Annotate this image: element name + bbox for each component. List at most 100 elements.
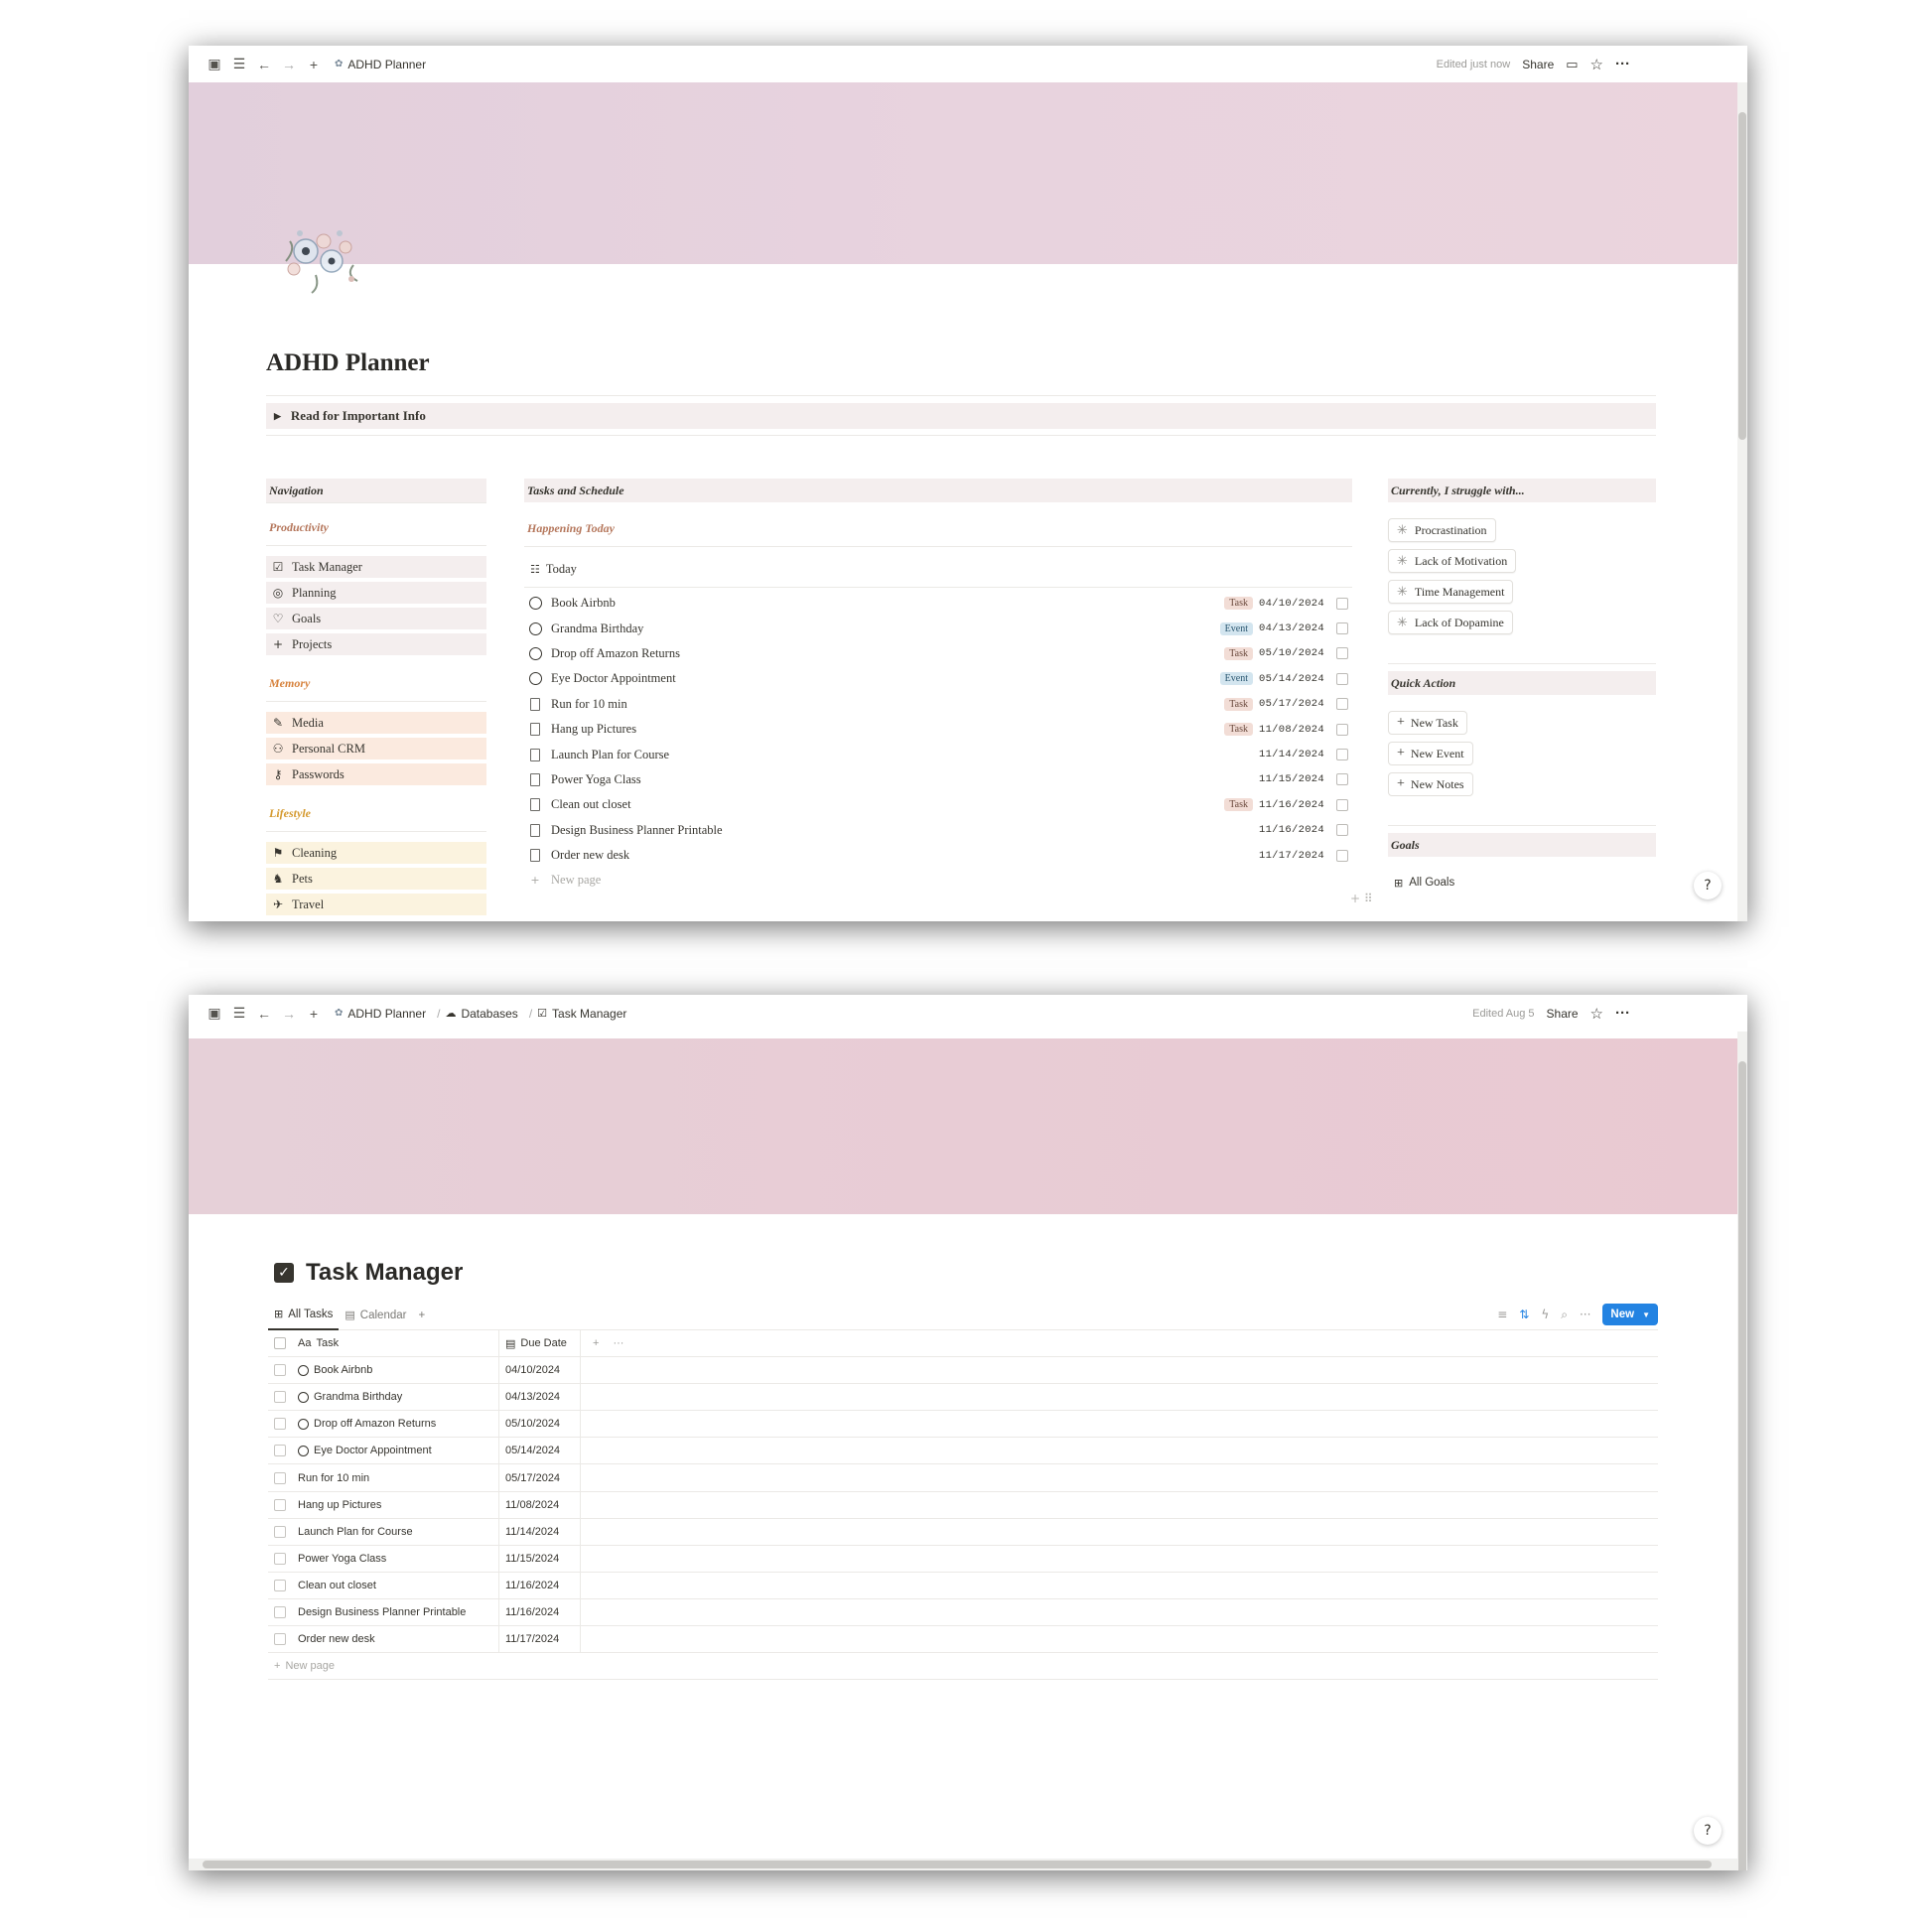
due-date-cell[interactable]: 05/10/2024 <box>499 1411 581 1438</box>
due-date-cell[interactable]: 04/10/2024 <box>499 1357 581 1384</box>
done-checkbox[interactable] <box>1336 622 1348 635</box>
task-cell[interactable]: Design Business Planner Printable <box>298 1598 499 1626</box>
chevron-down-icon[interactable]: ▼ <box>1642 1311 1650 1319</box>
nav-item-planning[interactable]: ◎ Planning <box>266 582 486 604</box>
row-checkbox[interactable] <box>274 1605 286 1618</box>
task-row[interactable]: Launch Plan for Course 11/14/2024 <box>524 742 1352 766</box>
task-row[interactable]: Clean out closet Task 11/16/2024 <box>524 792 1352 817</box>
task-column-header[interactable]: Aa Task <box>298 1330 499 1357</box>
due-date-cell[interactable]: 05/17/2024 <box>499 1464 581 1491</box>
table-row[interactable]: Book Airbnb 04/10/2024 <box>268 1357 1658 1385</box>
done-checkbox[interactable] <box>1336 773 1348 786</box>
done-checkbox[interactable] <box>1336 798 1348 811</box>
task-name[interactable]: Clean out closet <box>551 797 631 812</box>
table-row[interactable]: Order new desk 11/17/2024 <box>268 1626 1658 1654</box>
due-date-cell[interactable]: 05/14/2024 <box>499 1438 581 1464</box>
more-options-icon[interactable]: ··· <box>1580 1308 1590 1321</box>
nav-item-media[interactable]: ✎ Media <box>266 712 486 734</box>
new-page-row[interactable]: + New page <box>268 1653 1658 1681</box>
flower-bouquet-icon[interactable] <box>276 219 367 299</box>
due-date-cell[interactable]: 11/17/2024 <box>499 1626 581 1653</box>
back-arrow-icon[interactable]: ← <box>252 53 276 76</box>
table-row[interactable]: Design Business Planner Printable 11/16/2… <box>268 1598 1658 1627</box>
done-checkbox[interactable] <box>1336 849 1348 862</box>
menu-icon[interactable]: ☰ <box>227 53 251 76</box>
nav-item-task-manager[interactable]: ☑ Task Manager <box>266 556 486 578</box>
quick-action-button[interactable]: + New Notes <box>1388 772 1473 796</box>
done-checkbox[interactable] <box>1336 672 1348 685</box>
page-title[interactable]: ADHD Planner <box>266 349 430 377</box>
important-info-toggle[interactable]: ▶ Read for Important Info <box>266 403 1656 429</box>
due-date-cell[interactable]: 11/08/2024 <box>499 1491 581 1518</box>
breadcrumb-item[interactable]: ADHD Planner <box>347 1007 426 1021</box>
lightning-icon[interactable]: ϟ <box>1541 1308 1549 1321</box>
star-icon[interactable]: ☆ <box>1590 1005 1603 1023</box>
today-view-tab[interactable]: ☷ Today <box>524 557 1352 581</box>
breadcrumb-item[interactable]: Task Manager <box>552 1007 626 1021</box>
new-button[interactable]: New ▼ <box>1602 1304 1658 1325</box>
row-checkbox[interactable] <box>274 1579 286 1591</box>
more-options-icon[interactable]: ··· <box>613 1337 623 1349</box>
table-row[interactable]: Run for 10 min 05/17/2024 <box>268 1464 1658 1492</box>
more-options-icon[interactable]: ··· <box>1615 1005 1630 1022</box>
row-checkbox[interactable] <box>274 1498 286 1511</box>
breadcrumb-item[interactable]: ADHD Planner <box>347 58 426 71</box>
add-property-icon[interactable]: + <box>593 1337 599 1349</box>
row-checkbox[interactable] <box>274 1418 286 1431</box>
quick-action-button[interactable]: + New Task <box>1388 711 1467 735</box>
task-name[interactable]: Drop off Amazon Returns <box>551 646 680 661</box>
new-page-plus-icon[interactable]: + <box>302 1002 326 1026</box>
task-row[interactable]: Hang up Pictures Task 11/08/2024 <box>524 717 1352 742</box>
done-checkbox[interactable] <box>1336 597 1348 610</box>
share-button[interactable]: Share <box>1547 1007 1579 1021</box>
breadcrumb-item[interactable]: Databases <box>461 1007 517 1021</box>
task-cell[interactable]: Hang up Pictures <box>298 1491 499 1518</box>
task-name[interactable]: Hang up Pictures <box>551 722 636 737</box>
done-checkbox[interactable] <box>1336 698 1348 711</box>
nav-item-passwords[interactable]: ⚷ Passwords <box>266 763 486 785</box>
row-checkbox[interactable] <box>274 1633 286 1646</box>
new-page-row[interactable]: + New page <box>524 868 1352 893</box>
task-row[interactable]: Order new desk 11/17/2024 <box>524 843 1352 868</box>
menu-icon[interactable]: ☰ <box>227 1002 251 1026</box>
sort-icon[interactable]: ⇅ <box>1519 1308 1529 1321</box>
page-title[interactable]: Task Manager <box>306 1259 463 1287</box>
row-checkbox[interactable] <box>274 1445 286 1457</box>
struggle-button[interactable]: ✳ Lack of Dopamine <box>1388 611 1513 634</box>
task-row[interactable]: Book Airbnb Task 04/10/2024 <box>524 591 1352 616</box>
table-row[interactable]: Clean out closet 11/16/2024 <box>268 1572 1658 1599</box>
notion-logo-icon[interactable]: ▣ <box>203 53 226 76</box>
due-date-cell[interactable]: 11/16/2024 <box>499 1598 581 1626</box>
row-checkbox[interactable] <box>274 1391 286 1404</box>
tab-all-tasks[interactable]: ⊞ All Tasks <box>268 1301 340 1330</box>
task-name[interactable]: Run for 10 min <box>551 697 627 712</box>
select-all-checkbox[interactable] <box>274 1337 286 1350</box>
comment-icon[interactable]: ▭ <box>1566 57 1578 72</box>
search-icon[interactable]: ⌕ <box>1561 1308 1568 1322</box>
back-arrow-icon[interactable]: ← <box>252 1002 276 1026</box>
done-checkbox[interactable] <box>1336 824 1348 837</box>
forward-arrow-icon[interactable]: → <box>277 1002 301 1026</box>
task-cell[interactable]: Order new desk <box>298 1626 499 1653</box>
drag-handle-icon[interactable]: + ⠿ <box>1350 892 1373 905</box>
share-button[interactable]: Share <box>1522 58 1554 71</box>
task-row[interactable]: Eye Doctor Appointment Event 05/14/2024 <box>524 666 1352 691</box>
due-date-cell[interactable]: 04/13/2024 <box>499 1384 581 1411</box>
quick-action-button[interactable]: + New Event <box>1388 742 1473 765</box>
task-name[interactable]: Order new desk <box>551 848 629 863</box>
done-checkbox[interactable] <box>1336 647 1348 660</box>
table-row[interactable]: Grandma Birthday 04/13/2024 <box>268 1384 1658 1412</box>
due-date-cell[interactable]: 11/14/2024 <box>499 1518 581 1545</box>
table-row[interactable]: Power Yoga Class 11/15/2024 <box>268 1545 1658 1573</box>
task-row[interactable]: Design Business Planner Printable 11/16/2… <box>524 818 1352 843</box>
notion-logo-icon[interactable]: ▣ <box>203 1002 226 1026</box>
task-name[interactable]: Power Yoga Class <box>551 772 641 787</box>
filter-icon[interactable]: ≡ <box>1497 1308 1507 1321</box>
horizontal-scrollbar[interactable] <box>189 1859 1737 1870</box>
more-options-icon[interactable]: ··· <box>1615 56 1630 72</box>
forward-arrow-icon[interactable]: → <box>277 53 301 76</box>
due-date-cell[interactable]: 11/15/2024 <box>499 1545 581 1572</box>
task-name[interactable]: Grandma Birthday <box>551 621 643 636</box>
nav-item-pets[interactable]: ♞ Pets <box>266 868 486 890</box>
struggle-button[interactable]: ✳ Procrastination <box>1388 518 1496 542</box>
